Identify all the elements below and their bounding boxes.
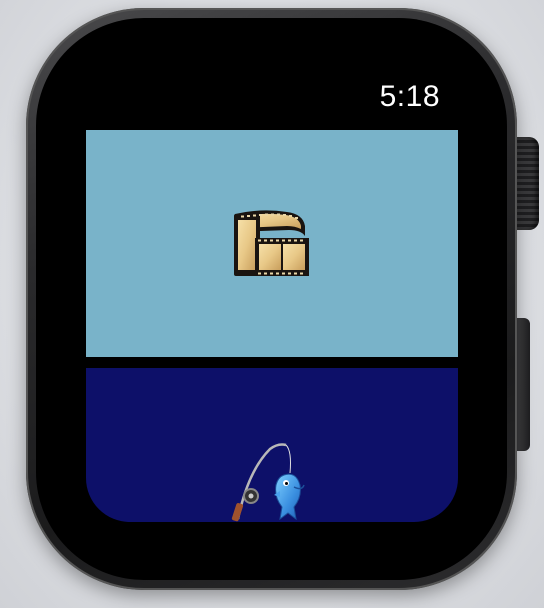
fishing-rod-fish-icon <box>231 443 305 522</box>
status-time: 5:18 <box>379 80 440 113</box>
film-strip-icon <box>234 210 309 276</box>
film-button[interactable] <box>86 130 458 357</box>
fishing-button[interactable] <box>86 368 458 522</box>
